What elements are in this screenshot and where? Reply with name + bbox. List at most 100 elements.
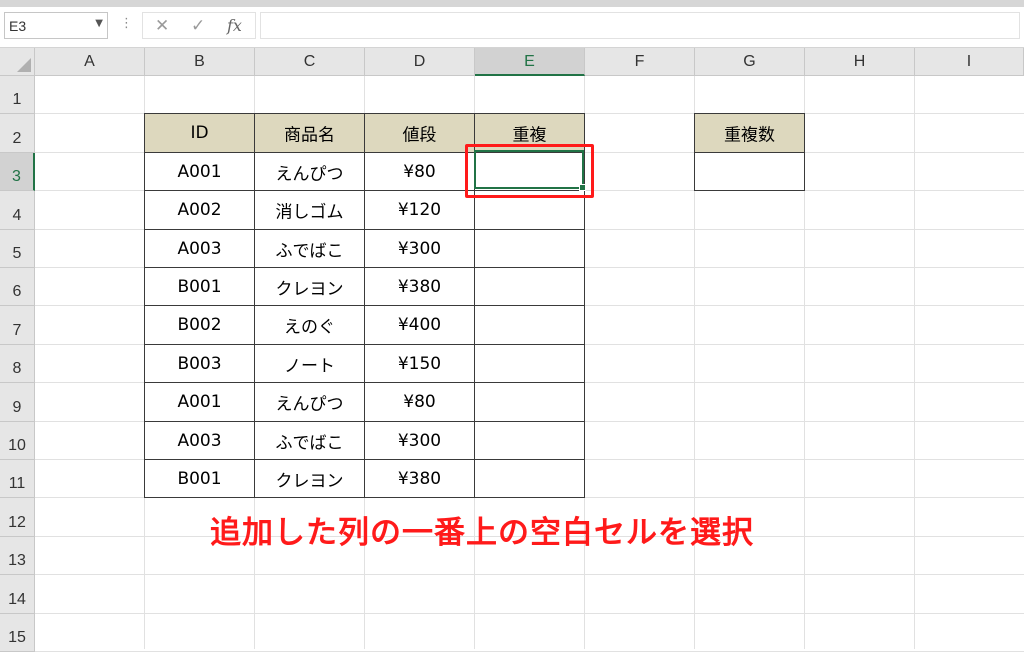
cell-value: ¥380: [397, 468, 442, 489]
row-header-9[interactable]: 9: [0, 383, 35, 422]
spreadsheet-grid[interactable]: A B C D E F G H I 1 2 3 4 5 6 7 8 9 10 11 12 13 14 15 ID 商品名 値段 重複 A…: [0, 48, 1024, 652]
row-header-15[interactable]: 15: [0, 614, 35, 652]
table-cell[interactable]: ノート: [254, 344, 365, 383]
column-header-c[interactable]: C: [255, 48, 365, 76]
formula-input[interactable]: [260, 12, 1020, 39]
row-number: 5: [12, 245, 22, 262]
cell-value: クレヨン: [275, 471, 344, 491]
table-cell[interactable]: ふでばこ: [254, 421, 365, 460]
table-cell[interactable]: ¥300: [364, 229, 475, 268]
cell-value: ¥150: [397, 353, 442, 374]
table-cell[interactable]: ¥380: [364, 459, 475, 498]
select-all-corner[interactable]: [0, 48, 35, 76]
table-cell[interactable]: 消しゴム: [254, 190, 365, 230]
table-cell[interactable]: ¥150: [364, 344, 475, 383]
cell-value: A002: [177, 200, 222, 220]
column-header-b[interactable]: B: [145, 48, 255, 76]
column-header-f[interactable]: F: [585, 48, 695, 76]
table-cell[interactable]: [474, 344, 585, 383]
table-cell[interactable]: ¥300: [364, 421, 475, 460]
cell-value: B002: [177, 315, 222, 335]
column-header-d[interactable]: D: [365, 48, 475, 76]
table-cell[interactable]: A003: [144, 421, 255, 460]
table-header-cell[interactable]: ID: [144, 113, 255, 153]
table-cell[interactable]: B001: [144, 267, 255, 306]
row-header-2[interactable]: 2: [0, 114, 35, 153]
table-cell[interactable]: クレヨン: [254, 459, 365, 498]
row-number: 6: [12, 283, 22, 300]
table-cell[interactable]: えのぐ: [254, 305, 365, 345]
table-cell[interactable]: A003: [144, 229, 255, 268]
table-cell[interactable]: えんぴつ: [254, 382, 365, 422]
table-cell[interactable]: ¥380: [364, 267, 475, 306]
cell-value: B001: [177, 276, 222, 297]
table-cell[interactable]: [474, 305, 585, 345]
cell-value: ¥80: [403, 392, 436, 412]
row-header-14[interactable]: 14: [0, 575, 35, 614]
row-number: 1: [12, 91, 22, 108]
row-header-3[interactable]: 3: [0, 153, 35, 191]
table-cell[interactable]: [474, 229, 585, 268]
cell-value: A003: [177, 430, 222, 451]
cell-value: クレヨン: [275, 279, 344, 299]
cancel-icon[interactable]: ✕: [155, 16, 169, 36]
table-cell[interactable]: B001: [144, 459, 255, 498]
table-cell[interactable]: B003: [144, 344, 255, 383]
column-header-e[interactable]: E: [475, 48, 585, 76]
cell-value: ¥120: [397, 200, 442, 220]
table-cell[interactable]: A001: [144, 152, 255, 191]
insert-function-icon[interactable]: fx: [227, 16, 242, 35]
column-header-a[interactable]: A: [35, 48, 145, 76]
row-number: 8: [12, 360, 22, 377]
gridline-horizontal: [35, 574, 1024, 575]
table-cell[interactable]: ¥120: [364, 190, 475, 230]
more-options-icon[interactable]: ⋮: [120, 17, 133, 30]
formula-buttons: ✕ ✓ fx: [142, 12, 256, 39]
table-cell[interactable]: A002: [144, 190, 255, 230]
column-header-i[interactable]: I: [915, 48, 1024, 76]
instruction-annotation: 追加した列の一番上の空白セルを選択: [210, 515, 754, 551]
table-cell[interactable]: ¥80: [364, 382, 475, 422]
row-number: 14: [8, 591, 26, 608]
row-header-7[interactable]: 7: [0, 306, 35, 345]
table-header-cell[interactable]: 商品名: [254, 113, 365, 153]
count-header-cell[interactable]: 重複数: [694, 113, 805, 153]
gridline-vertical: [914, 76, 915, 649]
row-header-12[interactable]: 12: [0, 498, 35, 537]
row-header-11[interactable]: 11: [0, 460, 35, 498]
table-cell[interactable]: えんぴつ: [254, 152, 365, 191]
cell-value: ¥400: [397, 315, 442, 335]
table-cell[interactable]: [474, 459, 585, 498]
cell-value: A001: [177, 392, 222, 412]
row-header-5[interactable]: 5: [0, 230, 35, 268]
table-cell[interactable]: [474, 421, 585, 460]
row-header-8[interactable]: 8: [0, 345, 35, 383]
count-value-cell[interactable]: [694, 152, 805, 191]
row-header-6[interactable]: 6: [0, 268, 35, 306]
name-box[interactable]: E3 ▼: [4, 12, 108, 39]
column-header-h[interactable]: H: [805, 48, 915, 76]
cell-value: A003: [177, 238, 222, 259]
row-header-4[interactable]: 4: [0, 191, 35, 230]
table-cell[interactable]: ふでばこ: [254, 229, 365, 268]
enter-icon[interactable]: ✓: [191, 16, 205, 36]
cell-value: ¥80: [403, 161, 436, 182]
cell-value: ふでばこ: [275, 433, 344, 453]
row-header-13[interactable]: 13: [0, 537, 35, 575]
table-cell[interactable]: ¥80: [364, 152, 475, 191]
table-header-cell[interactable]: 値段: [364, 113, 475, 153]
select-all-triangle-icon: [17, 58, 31, 72]
chevron-down-icon[interactable]: ▼: [95, 18, 103, 29]
header-label: ID: [190, 123, 209, 143]
column-header-g[interactable]: G: [695, 48, 805, 76]
row-number: 11: [8, 475, 26, 492]
row-header-10[interactable]: 10: [0, 422, 35, 460]
table-cell[interactable]: クレヨン: [254, 267, 365, 306]
table-cell[interactable]: [474, 267, 585, 306]
row-header-1[interactable]: 1: [0, 76, 35, 114]
table-cell[interactable]: A001: [144, 382, 255, 422]
table-cell[interactable]: B002: [144, 305, 255, 345]
table-cell[interactable]: ¥400: [364, 305, 475, 345]
header-label: 商品名: [284, 125, 335, 146]
table-cell[interactable]: [474, 382, 585, 422]
